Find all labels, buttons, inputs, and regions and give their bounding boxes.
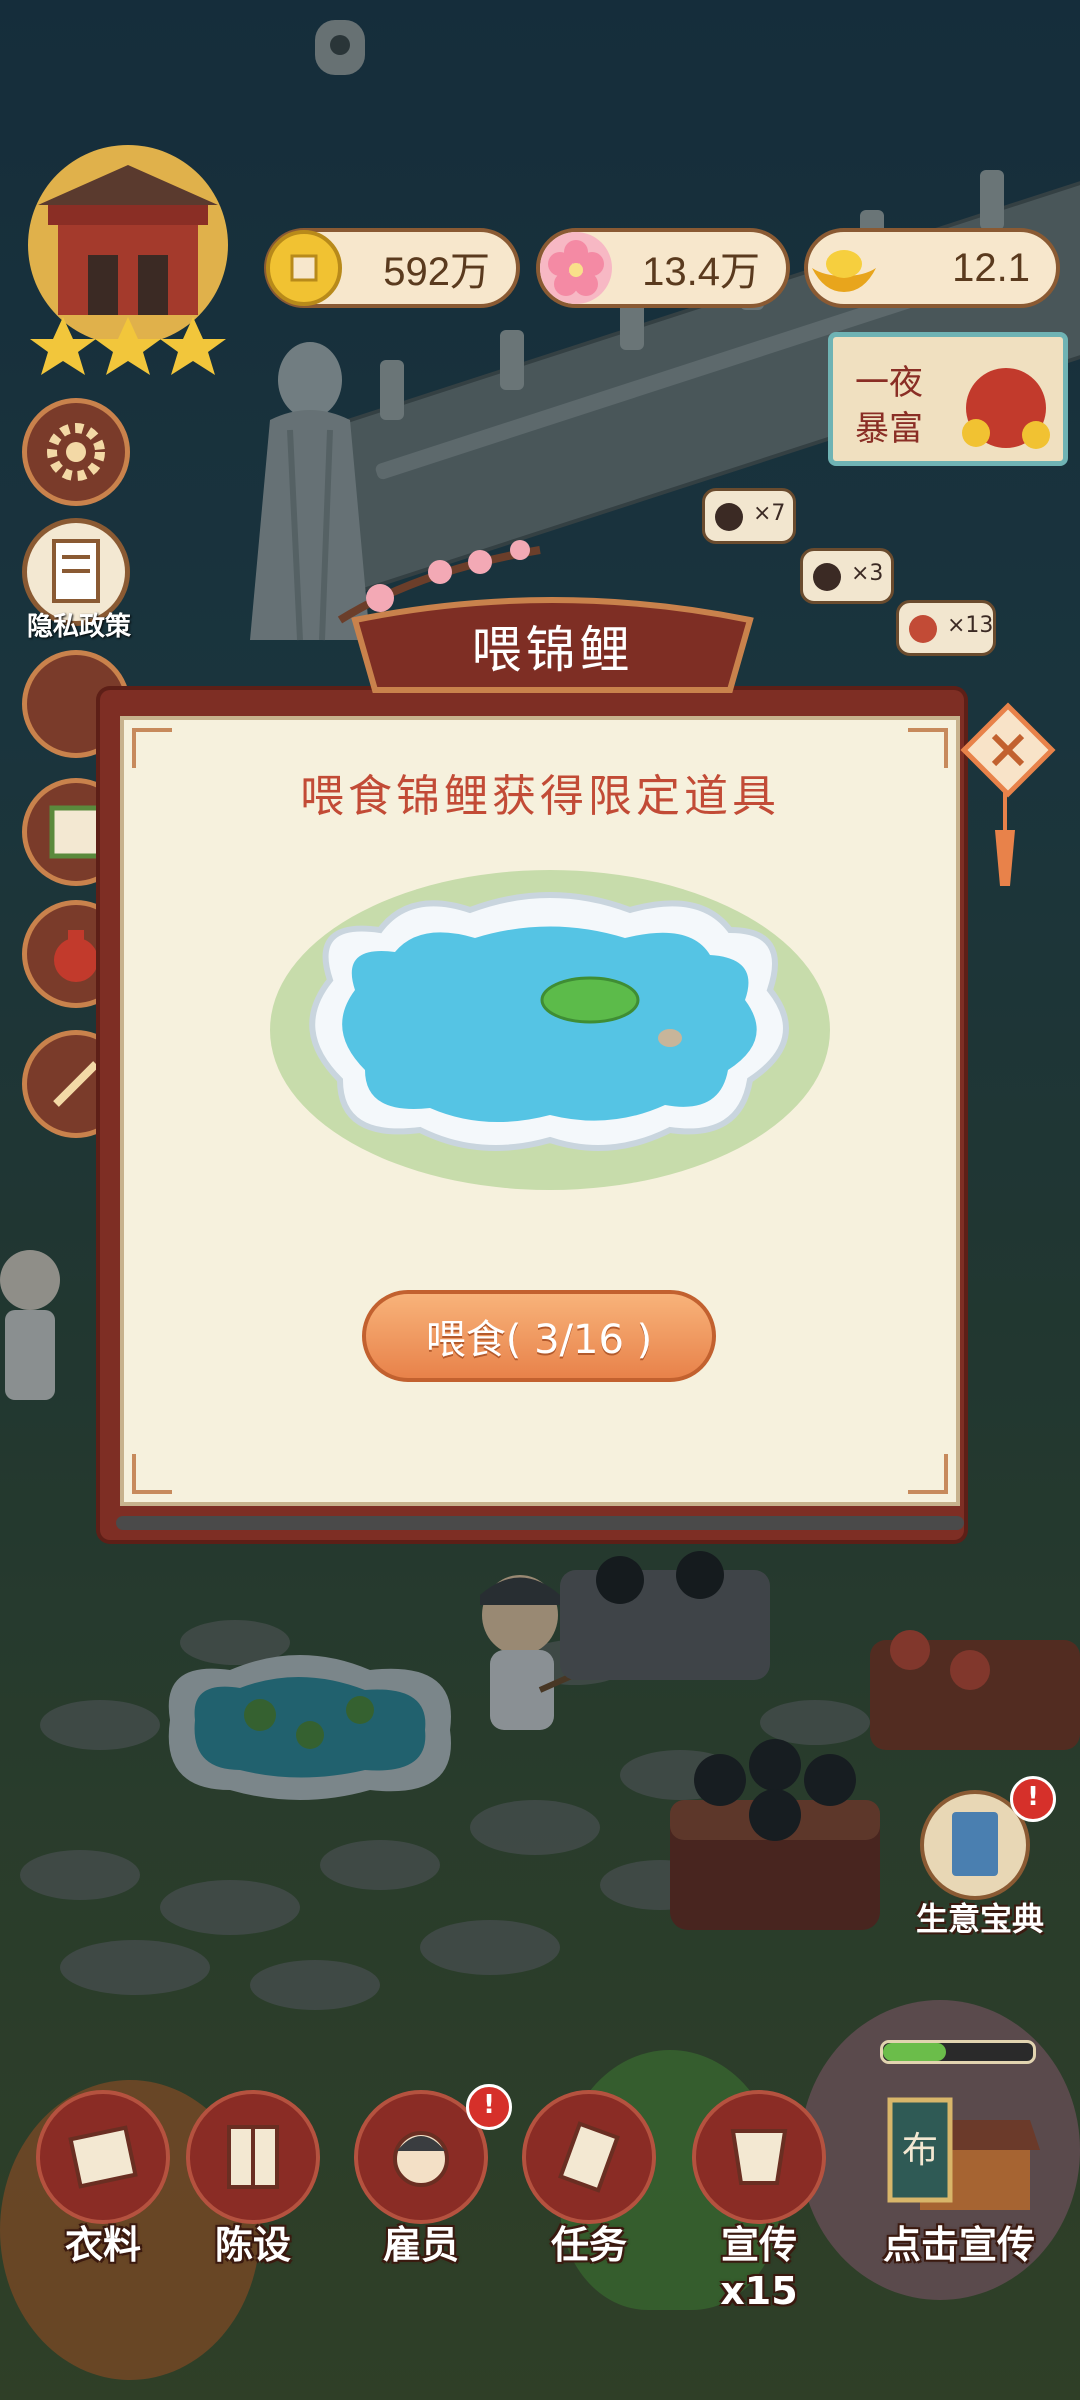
modal-subtitle: 喂食锦鲤获得限定道具 [300, 771, 780, 822]
coin-value: 592万 [383, 250, 490, 294]
banner-line-2: 暴富 [855, 409, 923, 449]
brush-icon [53, 1061, 99, 1107]
lucky-bag-icon [962, 368, 1050, 449]
item-count: ×3 [851, 561, 884, 586]
copper-coin-icon [266, 230, 342, 306]
promotion-banner-icon [730, 2129, 788, 2185]
task-scroll-icon [558, 2121, 620, 2193]
promotion-progress-bar [880, 2040, 1036, 2064]
feed-button-label: 喂食( 3/16 ) [425, 1317, 653, 1363]
nav-fabric-label: 衣料 [64, 2223, 141, 2267]
shop-banner-icon: 布 [887, 2097, 1040, 2210]
modal-title: 喂锦鲤 [471, 621, 634, 679]
tassel-ornament [995, 790, 1015, 886]
fabric-scroll-icon [68, 2125, 138, 2189]
peach-blossom-icon [540, 232, 612, 304]
nav-promotion[interactable]: 宣传x15 [684, 2090, 834, 2313]
item-count-bubble[interactable]: ×13 [896, 600, 996, 656]
coin-counter[interactable]: 592万 [264, 228, 520, 308]
business-guide-label: 生意宝典 [915, 1900, 1044, 1938]
item-count: ×13 [947, 613, 994, 638]
banner-line-1: 一夜 [855, 363, 923, 403]
nav-employee[interactable]: ! 雇员 [346, 2084, 512, 2267]
gold-ingot-icon [812, 250, 876, 292]
get-rich-banner[interactable]: 一夜 暴富 [828, 332, 1068, 466]
document-icon [52, 539, 100, 603]
picture-book-icon [49, 805, 103, 859]
nav-promotion-label: 宣传x15 [720, 2223, 798, 2313]
nav-employee-label: 雇员 [382, 2223, 459, 2267]
nav-click-promote[interactable]: 布 点击宣传 [864, 2090, 1054, 2267]
modal-bottom-bar [116, 1516, 964, 1530]
bowl-icon [715, 503, 743, 531]
money-bag-icon [54, 930, 98, 982]
feed-button[interactable]: 喂食( 3/16 ) [362, 1290, 716, 1382]
sushi-icon [813, 563, 841, 591]
gold-counter[interactable]: 12.1 [804, 228, 1060, 308]
cabinet-icon [227, 2125, 279, 2189]
nav-furnishing[interactable]: 陈设 [178, 2090, 328, 2267]
svg-text:布: 布 [902, 2130, 938, 2171]
corner-ornament [132, 1454, 172, 1494]
flower-counter[interactable]: 13.4万 [536, 228, 790, 308]
item-count: ×7 [753, 501, 786, 526]
flower-value: 13.4万 [642, 250, 760, 294]
shop-building-icon[interactable] [18, 145, 238, 375]
dish-icon [909, 615, 937, 643]
nav-tasks[interactable]: 任务 [514, 2090, 664, 2267]
koi-pond-illustration [270, 870, 830, 1190]
nav-click-promote-label: 点击宣传 [882, 2223, 1035, 2267]
gold-value: 12.1 [952, 245, 1030, 290]
privacy-policy-label[interactable]: 隐私政策 [14, 606, 144, 643]
gear-icon [47, 423, 105, 481]
close-icon[interactable] [960, 702, 1056, 798]
nav-furnishing-label: 陈设 [214, 2223, 291, 2267]
settings-button[interactable] [22, 398, 130, 506]
nav-fabric[interactable]: 衣料 [28, 2090, 178, 2267]
employee-alert-badge: ! [466, 2084, 512, 2130]
business-guide-button[interactable]: ! 生意宝典 [890, 1776, 1070, 1938]
employee-icon [393, 2131, 449, 2187]
corner-ornament [908, 1454, 948, 1494]
item-count-bubble[interactable]: ×7 [702, 488, 796, 544]
nav-tasks-label: 任务 [550, 2223, 627, 2267]
guide-alert-badge: ! [1010, 1776, 1056, 1822]
item-count-bubble[interactable]: ×3 [800, 548, 894, 604]
